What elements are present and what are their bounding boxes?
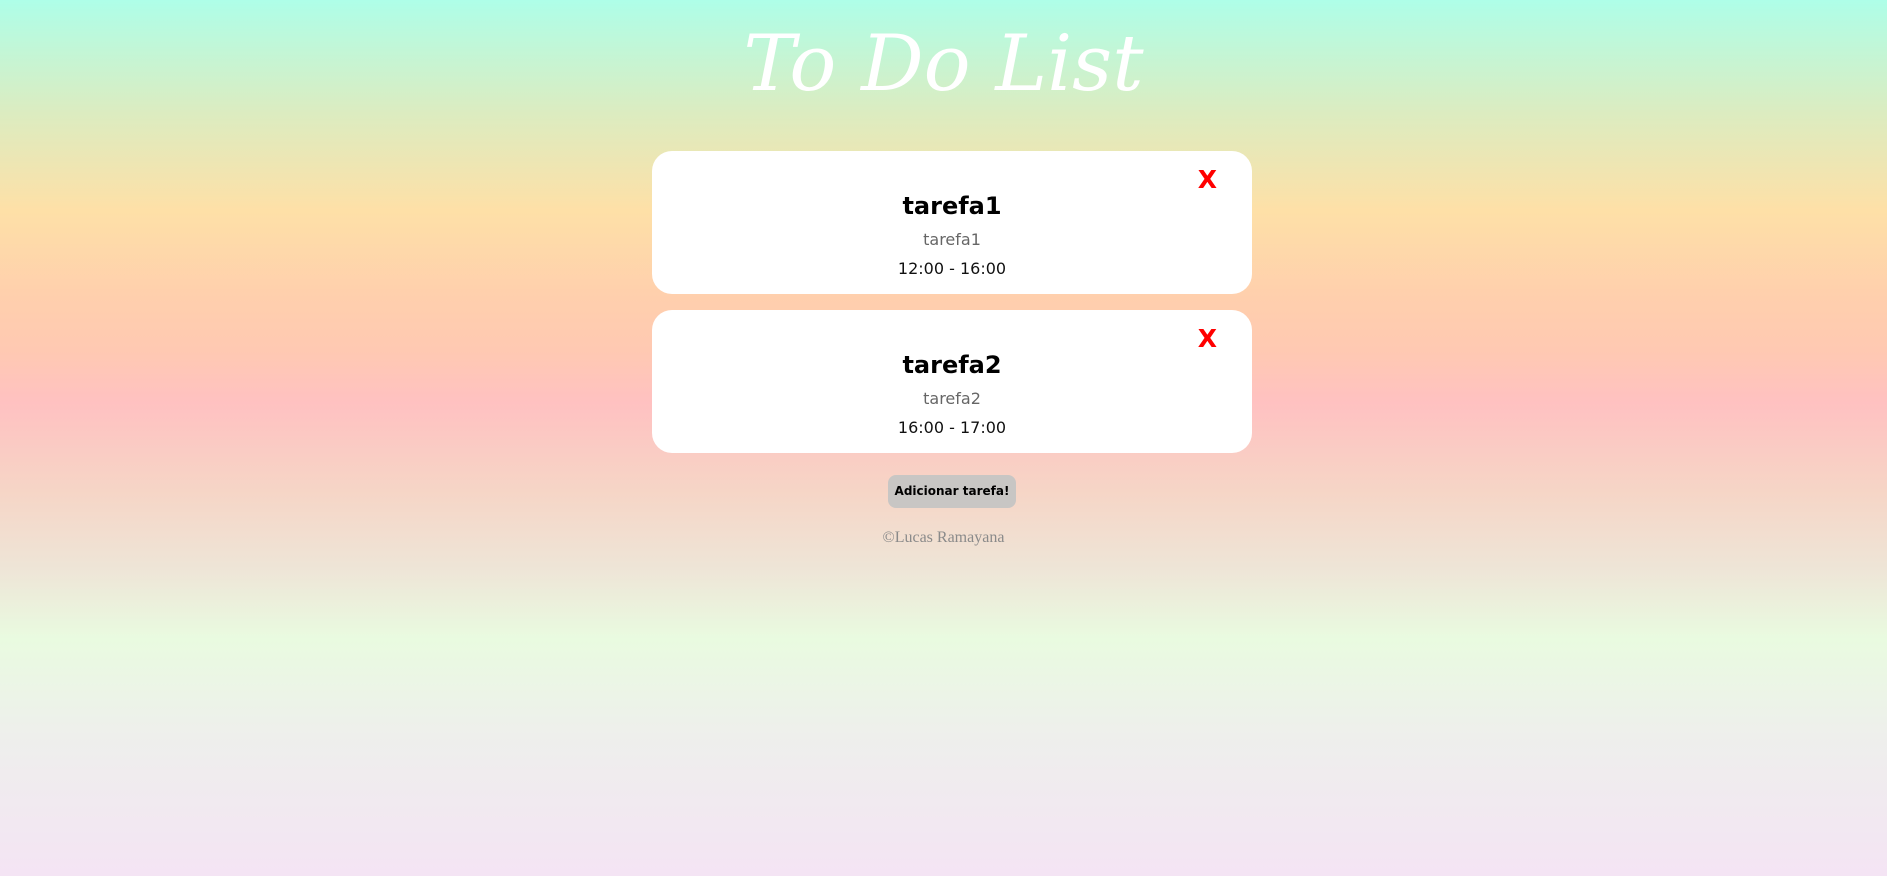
task-list: X tarefa1 tarefa1 12:00 - 16:00 X tarefa… — [652, 151, 1252, 469]
task-card: X tarefa2 tarefa2 16:00 - 17:00 — [652, 310, 1252, 453]
add-task-button[interactable]: Adicionar tarefa! — [888, 475, 1016, 508]
task-title: tarefa2 — [902, 351, 1002, 379]
task-time: 12:00 - 16:00 — [897, 259, 1007, 278]
task-title: tarefa1 — [902, 192, 1002, 220]
footer-credit: ©Lucas Ramayana — [882, 529, 1005, 546]
page-title: To Do List — [743, 19, 1144, 109]
task-time: 16:00 - 17:00 — [897, 418, 1007, 437]
task-description: tarefa1 — [923, 230, 981, 249]
task-card: X tarefa1 tarefa1 12:00 - 16:00 — [652, 151, 1252, 294]
task-description: tarefa2 — [923, 389, 981, 408]
